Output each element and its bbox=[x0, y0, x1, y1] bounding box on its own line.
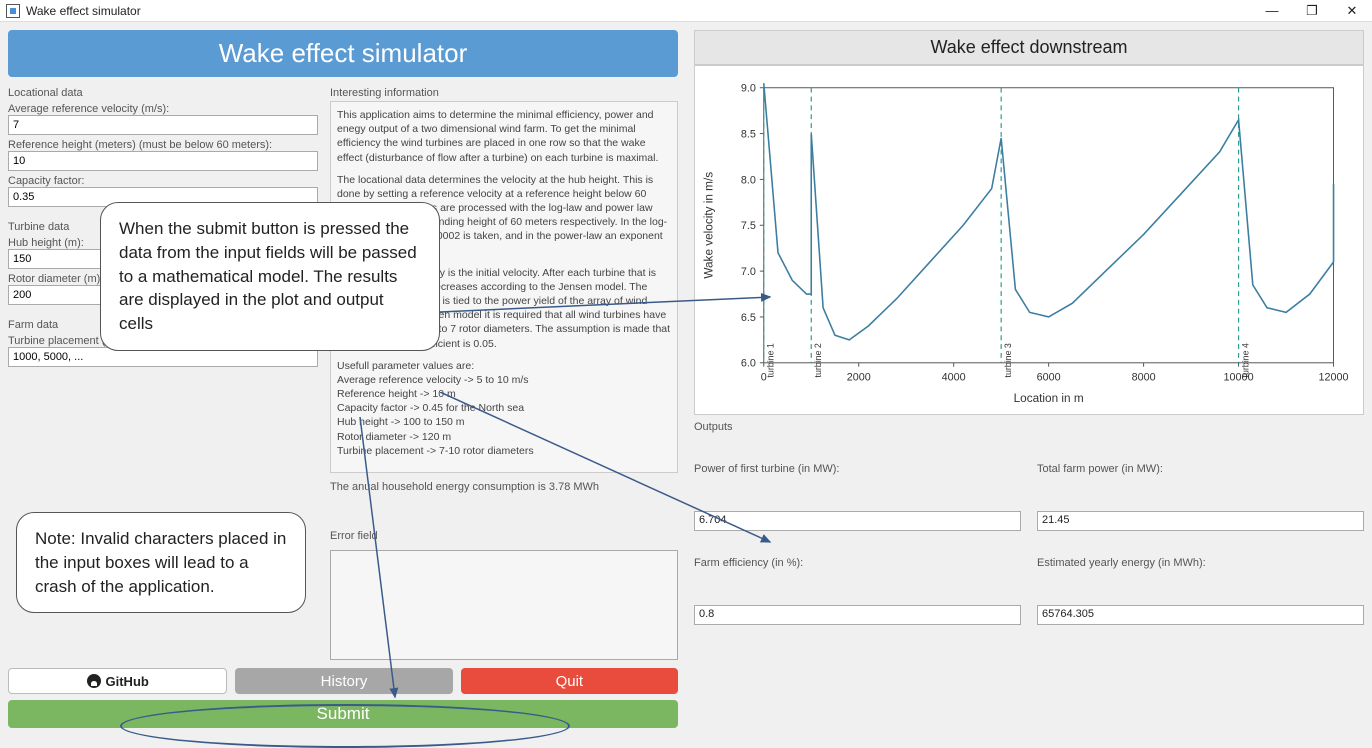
svg-text:turbine 3: turbine 3 bbox=[1003, 343, 1013, 377]
app-icon bbox=[6, 4, 20, 18]
maximize-button[interactable]: ❐ bbox=[1292, 0, 1332, 22]
quit-button[interactable]: Quit bbox=[461, 668, 678, 694]
titlebar: Wake effect simulator — ❐ ✕ bbox=[0, 0, 1372, 22]
locational-group: Locational data Average reference veloci… bbox=[8, 87, 318, 207]
velocity-input[interactable] bbox=[8, 115, 318, 135]
wake-chart: 6.06.57.07.58.08.59.00200040006000800010… bbox=[695, 66, 1363, 414]
minimize-button[interactable]: — bbox=[1252, 0, 1292, 22]
chart-panel: 6.06.57.07.58.08.59.00200040006000800010… bbox=[694, 65, 1364, 415]
svg-text:turbine 4: turbine 4 bbox=[1240, 343, 1250, 377]
refheight-label: Reference height (meters) (must be below… bbox=[8, 139, 318, 151]
velocity-label: Average reference velocity (m/s): bbox=[8, 103, 318, 115]
svg-text:Wake velocity in m/s: Wake velocity in m/s bbox=[703, 172, 716, 279]
capacity-label: Capacity factor: bbox=[8, 175, 318, 187]
svg-text:8.0: 8.0 bbox=[741, 174, 756, 186]
arrow-to-plot bbox=[440, 282, 780, 342]
svg-text:6.0: 6.0 bbox=[741, 358, 756, 370]
svg-text:12000: 12000 bbox=[1319, 371, 1349, 383]
github-icon bbox=[87, 674, 101, 688]
svg-text:8.5: 8.5 bbox=[741, 129, 756, 141]
arrow-to-outputs bbox=[440, 392, 780, 552]
callout-submit-info: When the submit button is pressed the da… bbox=[100, 202, 440, 351]
svg-text:7.5: 7.5 bbox=[741, 220, 756, 232]
svg-text:8000: 8000 bbox=[1132, 371, 1156, 383]
total-power-value: 21.45 bbox=[1037, 511, 1364, 531]
svg-text:6000: 6000 bbox=[1037, 371, 1061, 383]
total-power-label: Total farm power (in MW): bbox=[1037, 443, 1364, 475]
submit-ellipse-annotation bbox=[120, 704, 570, 748]
efficiency-value: 0.8 bbox=[694, 605, 1021, 625]
svg-text:Location in m: Location in m bbox=[1014, 392, 1084, 405]
arrow-to-submit bbox=[350, 417, 410, 707]
info-heading: Interesting information bbox=[330, 87, 678, 99]
svg-text:2000: 2000 bbox=[847, 371, 871, 383]
svg-text:9.0: 9.0 bbox=[741, 83, 756, 95]
outputs-heading: Outputs bbox=[694, 421, 1364, 433]
svg-text:turbine 1: turbine 1 bbox=[766, 343, 776, 377]
locational-heading: Locational data bbox=[8, 87, 318, 99]
refheight-input[interactable] bbox=[8, 151, 318, 171]
github-button[interactable]: GitHub bbox=[8, 668, 227, 694]
chart-title: Wake effect downstream bbox=[694, 30, 1364, 65]
window-title: Wake effect simulator bbox=[26, 4, 141, 18]
callout-invalid-warning: Note: Invalid characters placed in the i… bbox=[16, 512, 306, 613]
svg-text:4000: 4000 bbox=[942, 371, 966, 383]
svg-text:turbine 2: turbine 2 bbox=[813, 343, 823, 377]
svg-text:7.0: 7.0 bbox=[741, 266, 756, 278]
app-banner: Wake effect simulator bbox=[8, 30, 678, 77]
yearly-energy-value: 65764.305 bbox=[1037, 605, 1364, 625]
yearly-energy-label: Estimated yearly energy (in MWh): bbox=[1037, 537, 1364, 569]
history-button[interactable]: History bbox=[235, 668, 452, 694]
close-button[interactable]: ✕ bbox=[1332, 0, 1372, 22]
